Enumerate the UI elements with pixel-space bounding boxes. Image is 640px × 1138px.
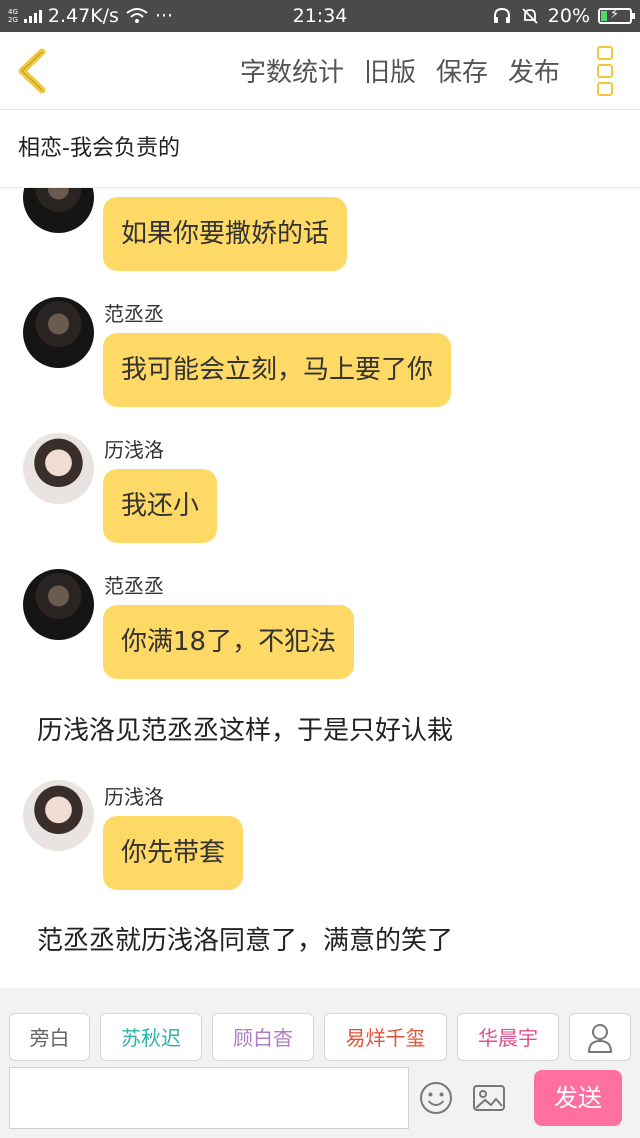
avatar[interactable] (23, 433, 94, 504)
role-button[interactable]: 华晨宇 (457, 1013, 559, 1061)
status-bar: 4G 2G 2.47K/s ··· 21:34 20% ⚡ (0, 0, 640, 32)
more-menu-button[interactable] (594, 46, 616, 96)
battery-icon: ⚡ (598, 7, 635, 24)
more-dot (597, 64, 613, 78)
avatar[interactable] (23, 297, 94, 368)
narration-text[interactable]: 历浅洛见范丞丞这样，于是只好认栽 (37, 710, 453, 747)
more-dot (597, 46, 613, 60)
status-left: 4G 2G 2.47K/s ··· (8, 0, 173, 32)
publish-button[interactable]: 发布 (508, 52, 560, 89)
toolbar: 字数统计 旧版 保存 发布 (0, 32, 640, 110)
role-button[interactable]: 易烊千玺 (324, 1013, 447, 1061)
speaker-name: 历浅洛 (104, 785, 164, 809)
charging-icon: ⚡ (610, 7, 620, 22)
story-title-bar: 相恋-我会负责的 (0, 110, 640, 188)
mute-bell-icon (522, 8, 538, 24)
network-type-bottom: 2G (8, 16, 18, 24)
avatar[interactable] (23, 780, 94, 851)
role-button[interactable]: 顾白杳 (212, 1013, 314, 1061)
speaker-name: 历浅洛 (104, 438, 164, 462)
add-role-button[interactable] (569, 1013, 631, 1061)
headset-icon (493, 7, 510, 23)
message-input[interactable] (9, 1067, 409, 1129)
more-status-icon: ··· (154, 5, 174, 27)
avatar[interactable] (23, 188, 94, 233)
role-narrator-button[interactable]: 旁白 (9, 1013, 90, 1061)
narration-text[interactable]: 范丞丞就历浅洛同意了，满意的笑了 (37, 920, 453, 957)
speaker-name: 范丞丞 (104, 302, 164, 326)
status-right: 20% ⚡ (492, 0, 635, 32)
message-bubble[interactable]: 我可能会立刻，马上要了你 (103, 333, 452, 407)
message-bubble[interactable]: 你先带套 (103, 816, 244, 890)
battery-percent: 20% (547, 5, 590, 27)
emoji-button[interactable] (418, 1080, 454, 1116)
battery-fill (601, 11, 607, 21)
story-title: 相恋-我会负责的 (18, 136, 180, 161)
network-speed: 2.47K/s (47, 5, 119, 27)
send-button[interactable]: 发送 (534, 1070, 622, 1126)
image-icon (473, 1085, 505, 1111)
save-button[interactable]: 保存 (436, 52, 488, 89)
message-bubble[interactable]: 你满18了，不犯法 (103, 605, 355, 679)
toolbar-actions: 字数统计 旧版 保存 发布 (240, 32, 560, 109)
more-dot (597, 82, 613, 96)
old-version-button[interactable]: 旧版 (364, 52, 416, 89)
avatar[interactable] (23, 569, 94, 640)
image-button[interactable] (471, 1080, 507, 1116)
network-type: 4G 2G (8, 8, 18, 24)
wifi-icon (126, 8, 148, 23)
chat-area[interactable]: 如果你要撒娇的话 范丞丞 我可能会立刻，马上要了你 历浅洛 我还小 范丞丞 你满… (0, 188, 640, 988)
message-bubble[interactable]: 我还小 (103, 469, 218, 543)
composer: 旁白 苏秋迟 顾白杳 易烊千玺 华晨宇 发送 (0, 988, 640, 1138)
word-count-button[interactable]: 字数统计 (240, 52, 344, 89)
user-icon (587, 1024, 613, 1053)
signal-icon (23, 9, 42, 23)
message-bubble[interactable]: 如果你要撒娇的话 (103, 197, 348, 271)
back-button[interactable] (14, 48, 54, 94)
chevron-left-icon (18, 48, 46, 94)
speaker-name: 范丞丞 (104, 574, 164, 598)
smile-icon (420, 1082, 452, 1114)
role-button[interactable]: 苏秋迟 (100, 1013, 202, 1061)
network-type-top: 4G (8, 8, 18, 16)
